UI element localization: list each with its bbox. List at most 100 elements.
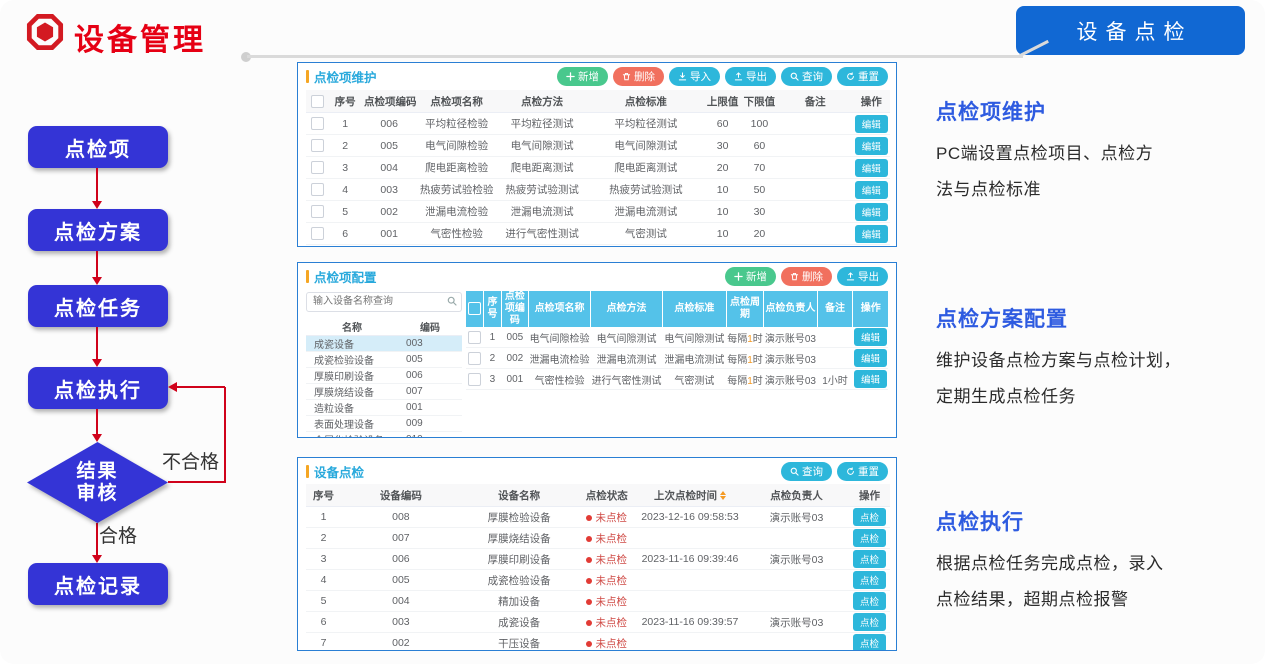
device-code: 010 bbox=[398, 432, 462, 439]
delete-button[interactable]: 删除 bbox=[781, 267, 832, 286]
delete-button[interactable]: 删除 bbox=[613, 67, 664, 86]
cell-no: 4 bbox=[306, 570, 341, 591]
flow-arrowhead bbox=[92, 277, 102, 285]
reset-icon bbox=[846, 72, 855, 81]
table-row: 1 005 电气间隙检验 电气间隙测试 电气间隙测试 每隔1时 演示账号03 编… bbox=[466, 327, 888, 348]
cell-no: 6 bbox=[328, 223, 362, 245]
cell-no: 4 bbox=[328, 179, 362, 201]
flow-label-pass: 合格 bbox=[99, 521, 137, 548]
inspect-button[interactable]: 点检 bbox=[853, 550, 886, 568]
inspect-button[interactable]: 点检 bbox=[853, 508, 886, 526]
cell-code: 008 bbox=[341, 507, 461, 528]
row-checkbox[interactable] bbox=[311, 139, 324, 152]
edit-button[interactable]: 编辑 bbox=[855, 159, 888, 177]
column-header: 点检标准 bbox=[663, 291, 727, 327]
cell-remark bbox=[778, 113, 853, 135]
cell-name: 爬电距离检验 bbox=[416, 157, 497, 179]
cell-upper: 10 bbox=[704, 201, 741, 223]
row-checkbox[interactable] bbox=[468, 331, 481, 344]
flow-node-inspection-execute: 点检执行 bbox=[28, 367, 168, 409]
cell-no: 5 bbox=[328, 201, 362, 223]
flow-arrow-line bbox=[96, 409, 98, 435]
table-header-row: 序号点检项编码点检项名称点检方法点检标准上限值下限值备注操作 bbox=[306, 90, 890, 113]
cell-method: 爬电距离测试 bbox=[497, 157, 588, 179]
cell-method: 热疲劳试验测试 bbox=[497, 179, 588, 201]
cell-name: 厚膜烧结设备 bbox=[461, 528, 578, 549]
row-checkbox[interactable] bbox=[311, 205, 324, 218]
device-list-item[interactable]: 厚膜印刷设备 006 bbox=[306, 368, 462, 384]
search-icon bbox=[790, 467, 799, 476]
inspect-button[interactable]: 点检 bbox=[853, 529, 886, 547]
row-checkbox[interactable] bbox=[468, 352, 481, 365]
inspect-button[interactable]: 点检 bbox=[853, 634, 886, 651]
export-button[interactable]: 导出 bbox=[837, 267, 888, 286]
column-header: 操作 bbox=[853, 291, 888, 327]
query-button[interactable]: 查询 bbox=[781, 67, 832, 86]
cell-code: 004 bbox=[341, 591, 461, 612]
module-tab-button[interactable]: 设备点检 bbox=[1016, 6, 1245, 55]
edit-button[interactable]: 编辑 bbox=[854, 370, 887, 388]
inspect-button[interactable]: 点检 bbox=[853, 613, 886, 631]
trash-icon bbox=[622, 72, 631, 81]
column-header: 操作 bbox=[849, 484, 890, 507]
edit-button[interactable]: 编辑 bbox=[855, 181, 888, 199]
panel-inspection-item-configuration: 点检项配置 新增 删除 导出 名称 编码 bbox=[297, 262, 897, 438]
select-all-checkbox[interactable] bbox=[311, 95, 324, 108]
add-button[interactable]: 新增 bbox=[557, 67, 608, 86]
device-list-item[interactable]: 金属化检验设备 010 bbox=[306, 432, 462, 439]
reset-button[interactable]: 重置 bbox=[837, 462, 888, 481]
cell-status: 未点检 bbox=[578, 591, 636, 612]
reset-button[interactable]: 重置 bbox=[837, 67, 888, 86]
add-button[interactable]: 新增 bbox=[725, 267, 776, 286]
row-checkbox[interactable] bbox=[311, 183, 324, 196]
cell-no: 3 bbox=[306, 549, 341, 570]
device-list-item[interactable]: 造粒设备 001 bbox=[306, 400, 462, 416]
edit-button[interactable]: 编辑 bbox=[855, 225, 888, 243]
device-list-item[interactable]: 表面处理设备 009 bbox=[306, 416, 462, 432]
device-list-item[interactable]: 成瓷检验设备 005 bbox=[306, 352, 462, 368]
edit-button[interactable]: 编辑 bbox=[855, 203, 888, 221]
table-header-row: 序号点检项编码点检项名称点检方法点检标准点检周期点检负责人备注操作 bbox=[466, 291, 888, 327]
page: 设备管理 设备点检 点检项 点检方案 点检任务 点检执行 点检记录 结果 审核 … bbox=[0, 0, 1265, 664]
cell-status: 未点检 bbox=[578, 633, 636, 652]
row-checkbox[interactable] bbox=[311, 227, 324, 240]
cell-code: 002 bbox=[501, 348, 528, 369]
export-button[interactable]: 导出 bbox=[725, 67, 776, 86]
inspect-button[interactable]: 点检 bbox=[853, 571, 886, 589]
edit-button[interactable]: 编辑 bbox=[855, 115, 888, 133]
cell-status: 未点检 bbox=[578, 549, 636, 570]
cell-remark bbox=[817, 327, 853, 348]
row-checkbox[interactable] bbox=[468, 373, 481, 386]
row-checkbox[interactable] bbox=[311, 161, 324, 174]
flow-node-inspection-item: 点检项 bbox=[28, 126, 168, 168]
cell-code: 006 bbox=[362, 113, 416, 135]
column-header: 设备名称 bbox=[461, 484, 578, 507]
description-block-plan-configuration: 点检方案配置 维护设备点检方案与点检计划，定期生成点检任务 bbox=[936, 303, 1194, 415]
cell-no: 1 bbox=[484, 327, 502, 348]
cell-code: 006 bbox=[341, 549, 461, 570]
edit-button[interactable]: 编辑 bbox=[854, 328, 887, 346]
cell-no: 2 bbox=[328, 135, 362, 157]
device-list-item[interactable]: 成瓷设备 003 bbox=[306, 336, 462, 352]
column-header: 点检项编码 bbox=[501, 291, 528, 327]
query-button[interactable]: 查询 bbox=[781, 462, 832, 481]
row-checkbox[interactable] bbox=[311, 117, 324, 130]
cell-code: 001 bbox=[362, 223, 416, 245]
cell-name: 气密性检验 bbox=[416, 223, 497, 245]
cell-owner: 演示账号03 bbox=[744, 507, 849, 528]
select-all-header bbox=[466, 291, 484, 327]
status-dot-icon bbox=[586, 557, 592, 563]
import-button[interactable]: 导入 bbox=[669, 67, 720, 86]
select-all-checkbox[interactable] bbox=[468, 302, 481, 315]
device-list-item[interactable]: 厚膜烧结设备 007 bbox=[306, 384, 462, 400]
edit-button[interactable]: 编辑 bbox=[854, 349, 887, 367]
table-row: 6 001 气密性检验 进行气密性测试 气密测试 10 20 编辑 bbox=[306, 223, 890, 245]
edit-button[interactable]: 编辑 bbox=[855, 137, 888, 155]
column-header-sortable[interactable]: 上次点检时间 bbox=[636, 484, 744, 507]
cell-code: 003 bbox=[341, 612, 461, 633]
inspect-button[interactable]: 点检 bbox=[853, 592, 886, 610]
table-row: 4 003 热疲劳试验检验 热疲劳试验测试 热疲劳试验测试 10 50 编辑 bbox=[306, 179, 890, 201]
cell-code: 001 bbox=[501, 369, 528, 390]
device-search-input[interactable] bbox=[306, 292, 462, 312]
flow-arrow-line bbox=[96, 327, 98, 360]
